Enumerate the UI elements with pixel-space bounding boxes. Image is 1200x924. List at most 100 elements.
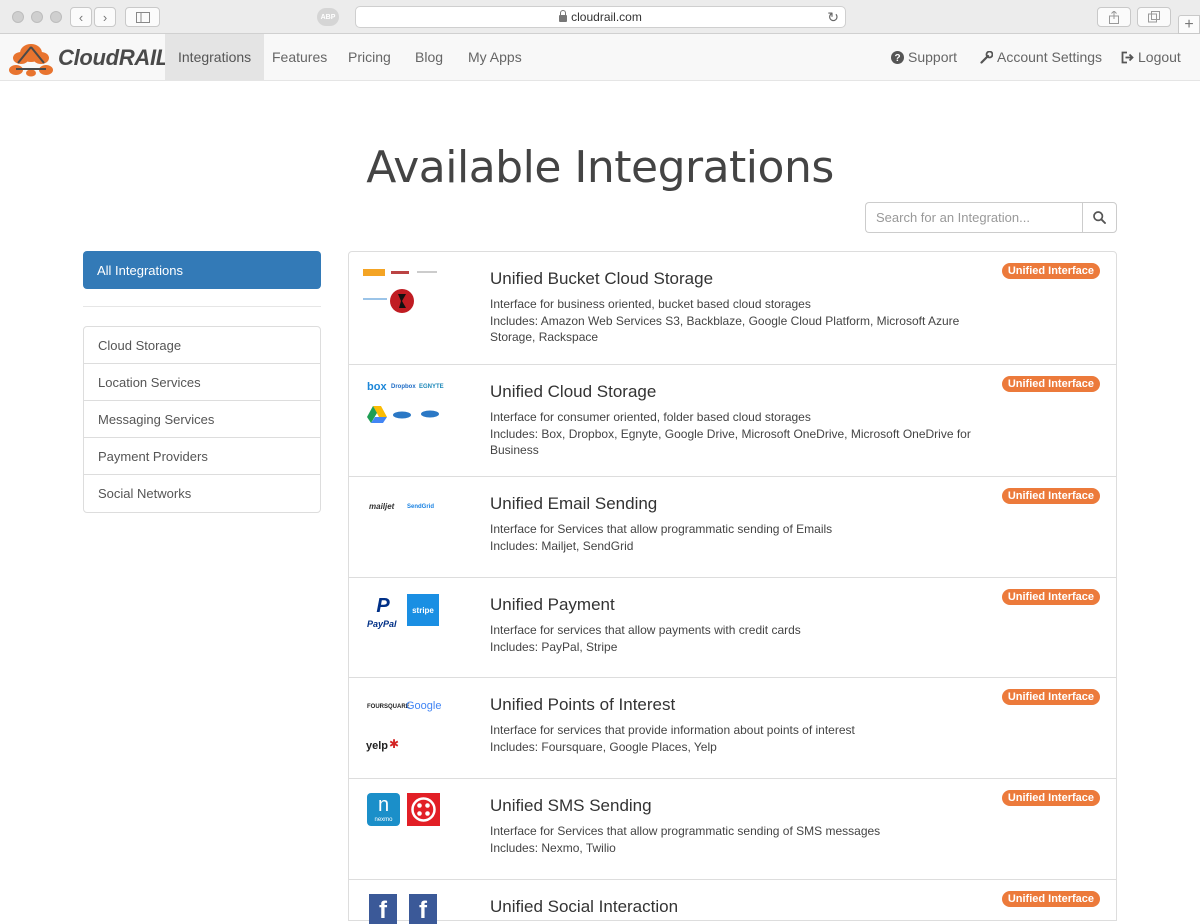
stripe-logo: stripe <box>407 594 439 626</box>
integration-summary: Interface for services that provide info… <box>490 723 855 737</box>
cloud-logo-icon <box>9 44 53 77</box>
integration-description: Interface for business oriented, bucket … <box>490 296 990 346</box>
google-cloud-logo <box>417 271 437 273</box>
yelp-burst-icon: ✱ <box>389 737 400 751</box>
integration-description: Interface for services that allow paymen… <box>490 622 990 655</box>
integration-description: Interface for Services that allow progra… <box>490 823 990 856</box>
integration-title: Unified Social Interaction <box>490 897 679 916</box>
nexmo-logo: n nexmo <box>367 793 400 826</box>
nav-pricing[interactable]: Pricing <box>335 34 404 80</box>
logout-link[interactable]: Logout <box>1121 34 1181 80</box>
share-icon <box>1109 10 1119 24</box>
stripe-wordmark: stripe <box>412 605 434 615</box>
adblock-icon[interactable]: ABP <box>317 8 339 26</box>
wrench-icon <box>980 50 993 64</box>
all-integrations-button[interactable]: All Integrations <box>83 251 321 289</box>
nav-blog[interactable]: Blog <box>402 34 456 80</box>
nav-my-apps[interactable]: My Apps <box>455 34 535 80</box>
account-settings-link[interactable]: Account Settings <box>980 34 1102 80</box>
integration-card-sms[interactable]: n nexmo Unified SMS Sending Interface fo… <box>349 779 1116 880</box>
category-messaging-services[interactable]: Messaging Services <box>84 401 320 438</box>
plus-icon: + <box>1184 15 1194 33</box>
zoom-window-button[interactable] <box>50 11 62 23</box>
egnyte-logo: EGNYTE <box>419 384 444 390</box>
forward-button[interactable]: › <box>94 7 116 27</box>
url-text: cloudrail.com <box>571 10 642 24</box>
unified-interface-badge: Unified Interface <box>1001 689 1100 705</box>
integration-card-email[interactable]: mailjet SendGrid Unified Email Sending I… <box>349 477 1116 578</box>
new-tab-button[interactable]: + <box>1178 15 1200 34</box>
integration-card-cloud-storage[interactable]: box Dropbox EGNYTE Unified Cloud Storage… <box>349 365 1116 477</box>
question-circle-icon: ? <box>891 50 904 64</box>
category-location-services[interactable]: Location Services <box>84 364 320 401</box>
integration-title: Unified SMS Sending <box>490 796 652 815</box>
nav-label: My Apps <box>468 49 522 65</box>
svg-text:P: P <box>376 595 390 617</box>
category-label: Location Services <box>98 374 201 390</box>
integration-title: Unified Bucket Cloud Storage <box>490 269 714 288</box>
unified-interface-badge: Unified Interface <box>1001 891 1100 907</box>
integration-summary: Interface for consumer oriented, folder … <box>490 410 811 424</box>
share-button[interactable] <box>1097 7 1131 27</box>
integration-summary: Interface for services that allow paymen… <box>490 623 801 637</box>
back-button[interactable]: ‹ <box>70 7 92 27</box>
sidebar-icon <box>135 11 150 23</box>
nexmo-wordmark: nexmo <box>374 817 393 823</box>
nav-integrations[interactable]: Integrations <box>165 34 265 80</box>
category-label: Messaging Services <box>98 411 215 427</box>
category-label: Payment Providers <box>98 448 208 464</box>
category-label: Cloud Storage <box>98 337 182 353</box>
integration-title: Unified Email Sending <box>490 494 658 513</box>
page-title: Available Integrations <box>366 142 834 193</box>
category-payment-providers[interactable]: Payment Providers <box>84 438 320 475</box>
google-drive-logo <box>367 406 387 423</box>
integration-title: Unified Payment <box>490 595 615 614</box>
integration-card-bucket-storage[interactable]: Unified Bucket Cloud Storage Interface f… <box>349 252 1116 365</box>
facebook-logo: f <box>369 894 397 924</box>
facebook-logo: f <box>409 894 437 924</box>
close-window-button[interactable] <box>12 11 24 23</box>
amazon-web-services-logo <box>363 269 385 276</box>
foursquare-logo: FOURSQUARE <box>367 704 410 710</box>
site-navbar: CloudRAIL Integrations Features Pricing … <box>0 34 1200 81</box>
integration-title: Unified Cloud Storage <box>490 382 657 401</box>
unified-interface-badge: Unified Interface <box>1001 263 1100 279</box>
facebook-glyph: f <box>379 897 387 924</box>
search-button[interactable] <box>1082 202 1117 233</box>
logout-icon <box>1121 51 1134 63</box>
twilio-logo <box>407 793 440 826</box>
integration-includes: Includes: Foursquare, Google Places, Yel… <box>490 739 717 754</box>
all-integrations-label: All Integrations <box>97 262 183 278</box>
integration-includes: Includes: Amazon Web Services S3, Backbl… <box>490 313 960 345</box>
nav-label: Features <box>272 49 328 65</box>
nav-label: Integrations <box>178 49 252 65</box>
integration-summary: Interface for Services that allow progra… <box>490 824 881 838</box>
integration-description: Interface for Services that allow progra… <box>490 521 990 554</box>
integration-title: Unified Points of Interest <box>490 695 676 714</box>
sendgrid-logo: SendGrid <box>407 504 435 510</box>
integration-card-social[interactable]: f f Unified Social Interaction Unified I… <box>349 880 1116 924</box>
tabs-button[interactable] <box>1137 7 1171 27</box>
onedrive-business-logo <box>421 410 439 418</box>
nav-label: Pricing <box>348 49 391 65</box>
nav-features[interactable]: Features <box>259 34 340 80</box>
address-bar[interactable]: cloudrail.com ↻ <box>355 6 846 28</box>
unified-interface-badge: Unified Interface <box>1001 488 1100 504</box>
adblock-label: ABP <box>320 13 336 21</box>
search-input[interactable] <box>865 202 1082 233</box>
support-link[interactable]: ? Support <box>891 34 957 80</box>
nav-label: Blog <box>415 49 444 65</box>
logout-label: Logout <box>1138 49 1181 65</box>
integration-card-payment[interactable]: P PayPal stripe Unified Payment Interfac… <box>349 578 1116 678</box>
brand-logo[interactable]: CloudRAIL <box>8 38 169 78</box>
integration-card-points-of-interest[interactable]: FOURSQUARE Google yelp ✱ Unified Points … <box>349 678 1116 779</box>
reload-icon[interactable]: ↻ <box>827 9 839 26</box>
sidebar-toggle-button[interactable] <box>125 7 160 27</box>
minimize-window-button[interactable] <box>31 11 43 23</box>
search-icon <box>1093 211 1106 224</box>
category-social-networks[interactable]: Social Networks <box>84 475 320 512</box>
dropbox-logo: Dropbox <box>391 384 416 390</box>
category-cloud-storage[interactable]: Cloud Storage <box>84 327 320 364</box>
onedrive-logo <box>393 411 411 419</box>
integration-description: Interface for consumer oriented, folder … <box>490 409 990 459</box>
